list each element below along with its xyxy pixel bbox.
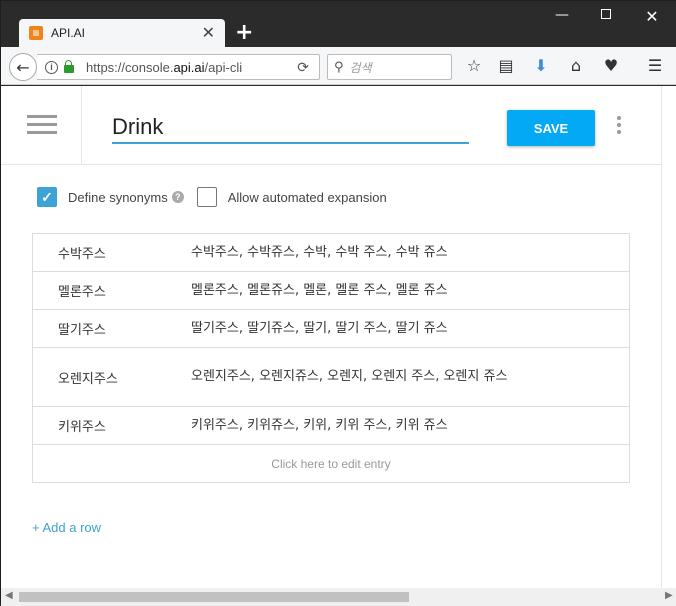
- entity-header: SAVE: [1, 86, 661, 165]
- entry-value: 멜론주스: [58, 285, 106, 300]
- horizontal-scrollbar[interactable]: ◀ ▶: [1, 588, 676, 606]
- entries-table: 수박주스 수박주스, 수박쥬스, 수박, 수박 주스, 수박 쥬스 멜론주스 멜…: [32, 233, 630, 483]
- back-arrow-icon: ←: [16, 57, 30, 77]
- table-row[interactable]: 멜론주스 멜론주스, 멜론쥬스, 멜론, 멜론 주스, 멜론 쥬스: [33, 272, 629, 310]
- add-row-link[interactable]: + Add a row: [32, 520, 101, 535]
- scroll-left-icon[interactable]: ◀: [5, 590, 13, 601]
- table-row[interactable]: 딸기주스 딸기주스, 딸기쥬스, 딸기, 딸기 주스, 딸기 쥬스: [33, 310, 629, 348]
- minimize-button[interactable]: —: [547, 7, 577, 23]
- vertical-scrollbar[interactable]: [661, 86, 676, 588]
- sidebar-menu-icon[interactable]: [27, 115, 57, 139]
- title-bar: API.AI ✕ + — ✕: [1, 1, 676, 47]
- apiai-favicon-icon: [29, 26, 43, 40]
- help-icon[interactable]: ?: [171, 191, 184, 203]
- entity-options: ✓ Define synonyms ? Allow automated expa…: [37, 186, 387, 208]
- save-button[interactable]: SAVE: [507, 110, 595, 146]
- maximize-button[interactable]: [591, 7, 621, 23]
- edit-entry-row[interactable]: Click here to edit entry: [33, 445, 629, 482]
- more-options-icon[interactable]: [617, 116, 625, 137]
- entry-synonyms: 수박주스, 수박쥬스, 수박, 수박 주스, 수박 쥬스: [191, 244, 448, 260]
- browser-tab[interactable]: API.AI ✕: [19, 19, 225, 47]
- url-host: api.ai: [173, 59, 205, 75]
- hamburger-menu-icon[interactable]: ☰: [644, 56, 666, 75]
- entry-value: 오렌지주스: [58, 371, 118, 387]
- entity-name-input[interactable]: [112, 112, 469, 144]
- back-button[interactable]: ←: [9, 53, 37, 81]
- reload-icon[interactable]: ⟳: [297, 59, 309, 76]
- entry-synonyms: 딸기주스, 딸기쥬스, 딸기, 딸기 주스, 딸기 쥬스: [191, 320, 448, 336]
- define-synonyms-checkbox[interactable]: ✓: [37, 187, 57, 207]
- url-prefix: https://console.: [86, 59, 174, 75]
- scrollbar-thumb[interactable]: [19, 592, 409, 602]
- bookmark-star-icon[interactable]: ☆: [463, 56, 485, 75]
- info-icon[interactable]: i: [45, 60, 58, 74]
- entry-value: 키위주스: [58, 420, 106, 435]
- url-path: /api-cli: [204, 59, 243, 75]
- browser-window: API.AI ✕ + — ✕ i https://console. api.ai /…: [0, 0, 676, 606]
- entry-synonyms: 오렌지주스, 오렌지쥬스, 오렌지, 오렌지 주스, 오렌지 쥬스: [191, 369, 508, 384]
- entry-synonyms: 키위주스, 키위쥬스, 키위, 키위 주스, 키위 쥬스: [191, 417, 448, 433]
- table-row[interactable]: 수박주스 수박주스, 수박쥬스, 수박, 수박 주스, 수박 쥬스: [33, 234, 629, 272]
- entry-value: 딸기주스: [58, 323, 106, 338]
- tab-title: API.AI: [51, 26, 86, 40]
- tab-close-icon[interactable]: ✕: [202, 25, 215, 41]
- automated-expansion-checkbox[interactable]: [196, 187, 217, 207]
- search-input[interactable]: ⚲ 검색: [327, 54, 452, 80]
- search-placeholder: 검색: [349, 60, 372, 75]
- pocket-icon[interactable]: ♥: [600, 56, 622, 75]
- scroll-right-icon[interactable]: ▶: [665, 590, 673, 601]
- entry-synonyms: 멜론주스, 멜론쥬스, 멜론, 멜론 주스, 멜론 쥬스: [191, 282, 448, 298]
- entry-value: 수박주스: [58, 247, 106, 262]
- lock-icon: [64, 60, 74, 73]
- download-icon[interactable]: ⬇: [530, 56, 552, 75]
- header-divider: [81, 86, 82, 165]
- close-window-button[interactable]: ✕: [637, 7, 667, 26]
- home-icon[interactable]: ⌂: [565, 56, 587, 75]
- page-viewport: SAVE ✓ Define synonyms ? Allow automated…: [1, 86, 661, 588]
- automated-expansion-label: Allow automated expansion: [227, 189, 387, 205]
- table-row[interactable]: 키위주스 키위주스, 키위쥬스, 키위, 키위 주스, 키위 쥬스: [33, 407, 629, 445]
- new-tab-button[interactable]: +: [235, 19, 253, 47]
- navigation-toolbar: i https://console. api.ai/api-cli ⟳ ← ⚲ 검…: [1, 47, 676, 85]
- define-synonyms-label: Define synonyms: [68, 189, 168, 205]
- table-row[interactable]: 오렌지주스 오렌지주스, 오렌지쥬스, 오렌지, 오렌지 주스, 오렌지 쥬스: [33, 348, 629, 407]
- reading-list-icon[interactable]: ▤: [495, 56, 517, 75]
- url-bar[interactable]: i https://console. api.ai/api-cli ⟳: [37, 54, 320, 80]
- search-icon: ⚲: [334, 59, 344, 75]
